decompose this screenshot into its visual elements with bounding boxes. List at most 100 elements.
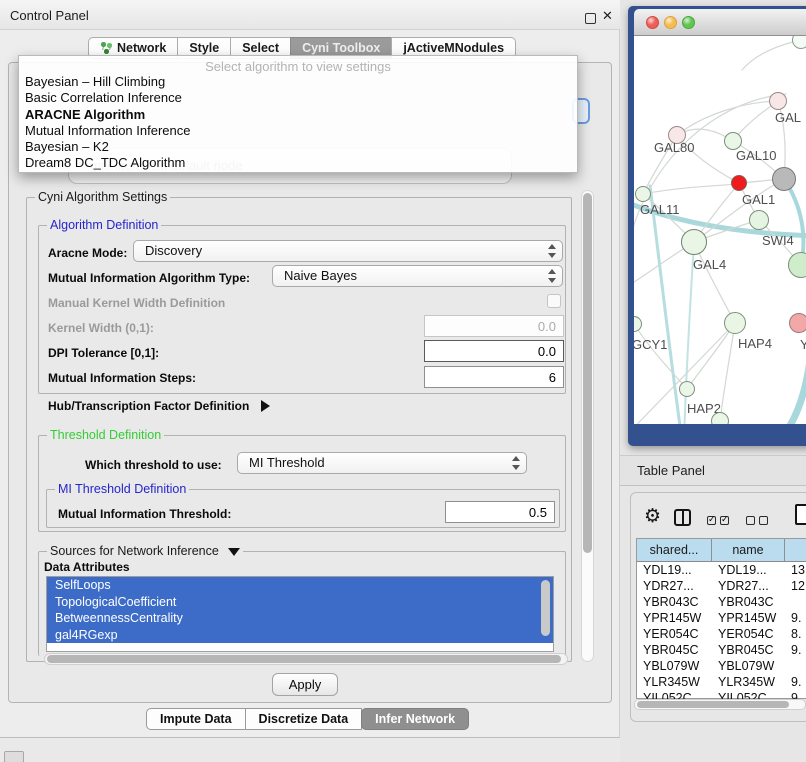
network-edge[interactable] <box>634 324 687 389</box>
attribute-item[interactable]: SelfLoops <box>47 577 553 594</box>
data-attributes-label: Data Attributes <box>44 560 130 574</box>
select-all-checkboxes-icon[interactable] <box>707 512 733 530</box>
attributes-list-scrollbar-thumb[interactable] <box>541 580 550 636</box>
mi-type-label: Mutual Information Algorithm Type: <box>48 271 250 285</box>
table-column-header[interactable] <box>785 539 806 561</box>
dropdown-item[interactable]: Mutual Information Inference <box>19 123 577 139</box>
network-node[interactable] <box>749 210 769 230</box>
cyni-settings-title: Cyni Algorithm Settings <box>35 190 170 204</box>
tab-infer-network[interactable]: Infer Network <box>361 708 469 730</box>
mi-steps-field[interactable]: 6 <box>424 366 564 388</box>
network-edge[interactable] <box>643 184 739 194</box>
kernel-width-field[interactable]: 0.0 <box>424 315 564 337</box>
sources-title[interactable]: Sources for Network Inference <box>47 544 243 558</box>
network-window-titlebar[interactable] <box>634 9 806 36</box>
table-cell: YBR043C <box>712 595 785 611</box>
dropdown-item[interactable]: Basic Correlation Inference <box>19 90 577 106</box>
table-cell: 13 <box>785 563 806 579</box>
network-node-label: GAL1 <box>742 192 775 207</box>
settings-vertical-scrollbar-thumb[interactable] <box>583 193 592 553</box>
attribute-item[interactable]: BetweennessCentrality <box>47 610 553 627</box>
network-edge[interactable] <box>742 40 801 70</box>
table-cell: YIL052C <box>637 691 712 699</box>
table-row[interactable]: YLR345WYLR345W9. <box>637 675 806 691</box>
settings-horizontal-scrollbar-thumb[interactable] <box>47 655 561 663</box>
table-cell: 9. <box>785 611 806 627</box>
table-cell: 12 <box>785 579 806 595</box>
tab-label: Cyni Toolbox <box>302 41 380 55</box>
collapsed-panel-icon[interactable] <box>4 751 24 762</box>
document-icon[interactable] <box>795 504 806 525</box>
table-row[interactable]: YIL052CYIL052C9. <box>637 691 806 699</box>
dropdown-item[interactable]: ARACNE Algorithm <box>19 107 577 123</box>
attribute-item[interactable]: gal4RGexp <box>47 627 553 644</box>
table-rows: YDL19...YDL19...13YDR27...YDR27...12YBR0… <box>637 563 806 699</box>
deselect-all-checkboxes-icon[interactable] <box>746 512 772 530</box>
node-table: shared...name YDL19...YDL19...13YDR27...… <box>636 538 806 699</box>
manual-kernel-checkbox[interactable] <box>547 294 561 308</box>
mi-type-select[interactable]: Naive Bayes <box>272 265 563 287</box>
control-panel-titlebar[interactable] <box>0 0 620 30</box>
mi-steps-label: Mutual Information Steps: <box>48 371 196 385</box>
network-edge[interactable] <box>694 242 735 323</box>
network-node-label: GAL80 <box>654 140 694 155</box>
table-row[interactable]: YDR27...YDR27...12 <box>637 579 806 595</box>
data-attributes-list[interactable]: SelfLoopsTopologicalCoefficientBetweenne… <box>46 576 554 652</box>
table-horizontal-scrollbar-thumb[interactable] <box>637 701 789 708</box>
checked-box-icon <box>707 516 716 525</box>
network-node[interactable] <box>772 167 796 191</box>
network-node-GAL[interactable] <box>769 92 787 110</box>
attribute-item[interactable]: TopologicalCoefficient <box>47 594 553 611</box>
table-column-header[interactable]: name <box>712 539 785 561</box>
manual-kernel-label: Manual Kernel Width Definition <box>48 296 225 310</box>
float-panel-icon[interactable] <box>585 13 596 24</box>
table-row[interactable]: YBL079WYBL079W <box>637 659 806 675</box>
table-row[interactable]: YDL19...YDL19...13 <box>637 563 806 579</box>
table-row[interactable]: YBR043CYBR043C <box>637 595 806 611</box>
table-row[interactable]: YER054CYER054C8. <box>637 627 806 643</box>
network-node-GAL4[interactable] <box>681 229 707 255</box>
tab-label: jActiveMNodules <box>403 41 504 55</box>
network-node-HAP4[interactable] <box>724 312 746 334</box>
table-cell: YBL079W <box>712 659 785 675</box>
dropdown-item[interactable]: Bayesian – K2 <box>19 139 577 155</box>
table-row[interactable]: YPR145WYPR145W9. <box>637 611 806 627</box>
table-row[interactable]: YBR045CYBR045C9. <box>637 643 806 659</box>
dropdown-item[interactable]: Bayesian – Hill Climbing <box>19 74 577 90</box>
close-icon[interactable]: ✕ <box>602 8 613 24</box>
hub-definition-expander[interactable]: Hub/Transcription Factor Definition <box>48 399 270 413</box>
control-panel-title: Control Panel <box>10 8 89 23</box>
network-node-GAL11[interactable] <box>635 186 651 202</box>
window-zoom-button[interactable] <box>682 16 695 29</box>
tab-impute-data[interactable]: Impute Data <box>146 708 246 730</box>
apply-button[interactable]: Apply <box>272 673 338 696</box>
collapse-down-icon <box>228 548 240 556</box>
network-node-GAL1[interactable] <box>731 175 747 191</box>
table-cell: YBR043C <box>637 595 712 611</box>
mi-threshold-definition-title: MI Threshold Definition <box>55 482 189 496</box>
network-node[interactable] <box>711 412 729 424</box>
network-node-label: GAL11 <box>640 202 680 217</box>
show-columns-icon[interactable] <box>674 509 691 526</box>
table-cell: YBR045C <box>637 643 712 659</box>
network-edge[interactable] <box>687 323 735 389</box>
tab-discretize-data[interactable]: Discretize Data <box>245 708 363 730</box>
network-edge[interactable] <box>720 323 735 421</box>
gear-icon[interactable]: ⚙ <box>644 505 661 528</box>
dropdown-item[interactable]: Dream8 DC_TDC Algorithm <box>19 155 577 171</box>
network-canvas[interactable]: GALGAL80GAL10GAL1GAL11SWI4GAL4GCY1HAP4YH… <box>634 36 806 424</box>
which-threshold-select[interactable]: MI Threshold <box>237 452 527 474</box>
network-edge[interactable] <box>650 186 682 424</box>
bottom-tabbar: Impute DataDiscretize DataInfer Network <box>146 708 469 730</box>
tab-label: Select <box>242 41 279 55</box>
window-minimize-button[interactable] <box>664 16 677 29</box>
network-node-HAP2[interactable] <box>679 381 695 397</box>
window-close-button[interactable] <box>646 16 659 29</box>
table-column-header[interactable]: shared... <box>637 539 712 561</box>
aracne-mode-select[interactable]: Discovery <box>133 240 563 262</box>
network-node-label: SWI4 <box>762 233 794 248</box>
expand-right-icon <box>261 400 270 412</box>
network-node-Y[interactable] <box>789 313 806 333</box>
dpi-tolerance-field[interactable]: 0.0 <box>424 340 564 362</box>
mi-threshold-field[interactable]: 0.5 <box>445 501 555 523</box>
